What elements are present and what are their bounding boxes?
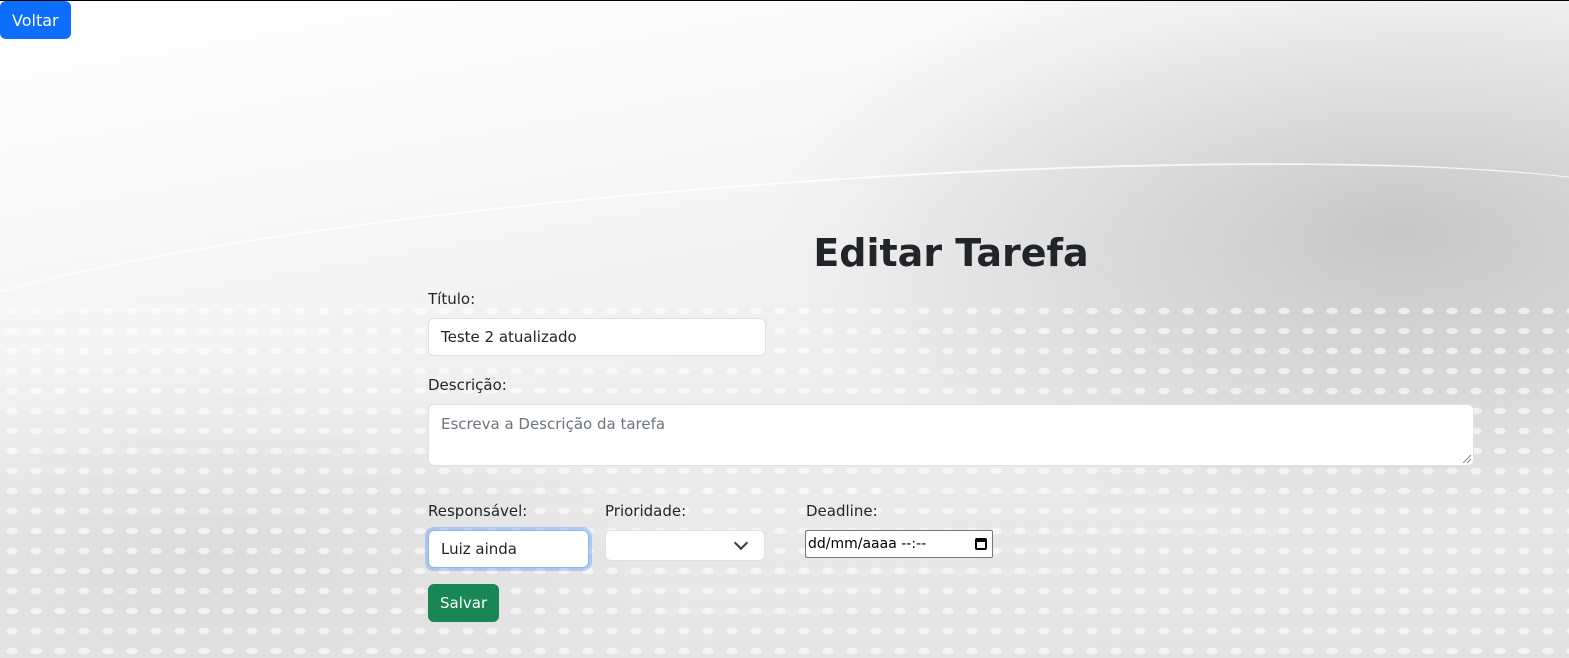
background-wave [0, 118, 1569, 446]
back-button[interactable]: Voltar [0, 1, 71, 39]
responsible-input[interactable]: Luiz ainda [428, 530, 589, 568]
description-placeholder: Escreva a Descrição da tarefa [441, 415, 666, 433]
description-textarea[interactable]: Escreva a Descrição da tarefa [428, 404, 1474, 466]
responsible-input-value: Luiz ainda [441, 540, 517, 558]
background-dot-pattern [0, 301, 1569, 658]
priority-label: Prioridade: [605, 502, 687, 520]
priority-select[interactable] [605, 530, 765, 561]
title-input[interactable]: Teste 2 atualizado [428, 318, 766, 356]
deadline-label: Deadline: [806, 502, 878, 520]
save-button[interactable]: Salvar [428, 584, 500, 622]
page-title: Editar Tarefa [813, 231, 1089, 275]
deadline-input-value: dd/mm/aaaa --:-- [808, 536, 927, 552]
responsible-label: Responsável: [428, 502, 528, 520]
deadline-input[interactable]: dd/mm/aaaa --:-- [805, 530, 993, 558]
chevron-down-icon [733, 535, 749, 551]
resize-handle-icon[interactable] [1463, 455, 1471, 463]
calendar-icon[interactable] [975, 538, 987, 550]
title-label: Título: [428, 290, 476, 308]
title-input-value: Teste 2 atualizado [441, 328, 577, 346]
description-label: Descrição: [428, 376, 507, 394]
